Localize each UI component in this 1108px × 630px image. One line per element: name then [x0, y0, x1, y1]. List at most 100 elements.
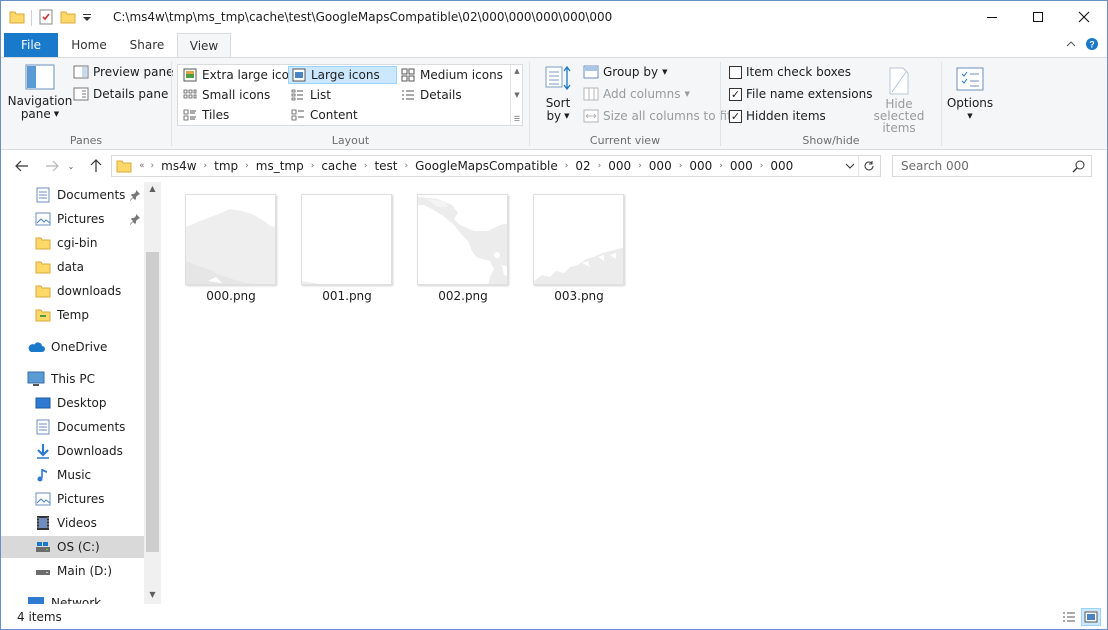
sidebar-item-os-c[interactable]: OS (C:): [1, 536, 144, 558]
breadcrumb-separator-icon[interactable]: ›: [201, 161, 211, 171]
layout-small-icons[interactable]: Small icons: [180, 86, 273, 104]
breadcrumb-item[interactable]: ms_tmp: [252, 159, 308, 173]
hide-selected-items-button[interactable]: Hide selected items: [861, 66, 937, 134]
new-folder-icon[interactable]: [60, 9, 76, 28]
address-history-button[interactable]: [844, 158, 856, 177]
sidebar-item-network[interactable]: Network: [27, 592, 101, 604]
maximize-button[interactable]: [1015, 1, 1061, 33]
details-pane-button[interactable]: Details pane: [73, 87, 168, 101]
sidebar-item-onedrive[interactable]: OneDrive: [27, 336, 107, 358]
scroll-up-icon[interactable]: ▲: [514, 67, 519, 75]
tab-view[interactable]: View: [177, 33, 231, 58]
pin-icon[interactable]: [129, 189, 141, 204]
customize-toolbar-icon[interactable]: [82, 9, 92, 28]
layout-tiles[interactable]: Tiles: [180, 106, 232, 124]
close-button[interactable]: [1061, 1, 1107, 33]
back-button[interactable]: [13, 157, 31, 175]
breadcrumb-item[interactable]: cache: [317, 159, 361, 173]
file-item[interactable]: 001.png: [299, 192, 395, 308]
sidebar-item-desktop[interactable]: Desktop: [35, 392, 107, 414]
layout-medium-icons[interactable]: Medium icons: [398, 66, 506, 84]
layout-content[interactable]: Content: [288, 106, 361, 124]
search-icon[interactable]: [1072, 159, 1086, 176]
scroll-down-icon[interactable]: ▼: [514, 91, 519, 99]
breadcrumb-item[interactable]: 02: [571, 159, 594, 173]
hidden-items-checkbox[interactable]: ✓: [729, 109, 742, 123]
sidebar-item-documents-pc[interactable]: Documents: [35, 416, 125, 438]
tab-file[interactable]: File: [4, 33, 58, 57]
sidebar-item-downloads-pc[interactable]: Downloads: [35, 440, 123, 462]
recent-locations-button[interactable]: ⌄: [65, 157, 77, 175]
breadcrumb-separator-icon[interactable]: ›: [308, 161, 318, 171]
sidebar-item-this-pc[interactable]: This PC: [27, 368, 95, 390]
add-columns-button[interactable]: Add columns ▼: [583, 87, 690, 101]
breadcrumb-item[interactable]: 000: [766, 159, 797, 173]
sidebar-item-videos[interactable]: Videos: [35, 512, 97, 534]
scroll-up-icon[interactable]: ▲: [144, 184, 161, 193]
large-icons-view-button[interactable]: [1081, 608, 1101, 626]
sidebar-item-main-d[interactable]: Main (D:): [35, 560, 112, 582]
breadcrumb-separator-icon[interactable]: ›: [676, 161, 686, 171]
sidebar-item-cgi-bin[interactable]: cgi-bin: [35, 232, 97, 254]
sidebar-item-temp[interactable]: Temp: [35, 304, 89, 326]
breadcrumb-separator-icon[interactable]: ›: [757, 161, 767, 171]
file-name-extensions-toggle[interactable]: ✓ File name extensions: [729, 87, 873, 101]
size-all-columns-button[interactable]: Size all columns to fit: [583, 109, 732, 123]
breadcrumb-separator-icon[interactable]: ›: [595, 161, 605, 171]
file-item[interactable]: 003.png: [531, 192, 627, 308]
breadcrumb-overflow[interactable]: «: [136, 161, 148, 171]
file-item[interactable]: 002.png: [415, 192, 511, 308]
sidebar-item-pictures[interactable]: Pictures: [35, 208, 105, 230]
scrollbar-thumb[interactable]: [146, 252, 159, 552]
search-box[interactable]: Search 000: [892, 155, 1092, 177]
breadcrumb-item[interactable]: 000: [604, 159, 635, 173]
breadcrumb-item[interactable]: test: [370, 159, 401, 173]
group-by-button[interactable]: Group by ▼: [583, 65, 667, 79]
layout-list[interactable]: List: [288, 86, 334, 104]
sidebar-item-music[interactable]: Music: [35, 464, 91, 486]
tab-home[interactable]: Home: [61, 33, 117, 57]
layout-gallery-scroll[interactable]: ▲ ▼ ☰: [510, 65, 523, 125]
properties-icon[interactable]: [38, 9, 54, 28]
breadcrumb-item[interactable]: 000: [645, 159, 676, 173]
hidden-items-toggle[interactable]: ✓ Hidden items: [729, 109, 826, 123]
file-item[interactable]: 000.png: [183, 192, 279, 308]
pin-icon[interactable]: [129, 213, 141, 228]
breadcrumb-item[interactable]: 000: [685, 159, 716, 173]
sidebar-item-downloads[interactable]: downloads: [35, 280, 121, 302]
breadcrumb-item[interactable]: GoogleMapsCompatible: [411, 159, 562, 173]
options-button[interactable]: Options ▼: [944, 66, 996, 123]
tab-share[interactable]: Share: [119, 33, 175, 57]
more-layouts-icon[interactable]: ☰: [514, 115, 520, 123]
breadcrumb-separator-icon[interactable]: ›: [148, 161, 158, 171]
breadcrumb-separator-icon[interactable]: ›: [361, 161, 371, 171]
breadcrumb-item[interactable]: ms4w: [157, 159, 200, 173]
breadcrumb-separator-icon[interactable]: ›: [635, 161, 645, 171]
folder-icon[interactable]: [9, 9, 25, 28]
breadcrumb-separator-icon[interactable]: ›: [562, 161, 572, 171]
breadcrumb-separator-icon[interactable]: ›: [402, 161, 412, 171]
navigation-pane-scrollbar[interactable]: ▲ ▼: [144, 182, 161, 604]
layout-large-icons[interactable]: Large icons: [288, 66, 397, 84]
address-bar[interactable]: « › ms4w › tmp › ms_tmp › cache › test › GoogleMaps…: [111, 155, 881, 177]
refresh-button[interactable]: [858, 156, 878, 176]
breadcrumb-item[interactable]: tmp: [210, 159, 242, 173]
breadcrumb-separator-icon[interactable]: ›: [242, 161, 252, 171]
breadcrumb-separator-icon[interactable]: ›: [716, 161, 726, 171]
collapse-ribbon-icon[interactable]: [1066, 38, 1076, 52]
up-button[interactable]: [87, 157, 105, 175]
forward-button[interactable]: [43, 157, 61, 175]
sidebar-item-data[interactable]: data: [35, 256, 84, 278]
sidebar-item-documents[interactable]: Documents: [35, 184, 125, 206]
breadcrumb-item[interactable]: 000: [726, 159, 757, 173]
layout-extra-large-icons[interactable]: Extra large icons: [180, 66, 306, 84]
item-check-boxes-checkbox[interactable]: [729, 65, 742, 79]
file-name-extensions-checkbox[interactable]: ✓: [729, 87, 742, 101]
details-view-button[interactable]: [1059, 608, 1079, 626]
scroll-down-icon[interactable]: ▼: [144, 590, 161, 599]
sidebar-item-pictures-pc[interactable]: Pictures: [35, 488, 105, 510]
preview-pane-button[interactable]: Preview pane: [73, 65, 173, 79]
item-check-boxes-toggle[interactable]: Item check boxes: [729, 65, 851, 79]
sort-by-button[interactable]: Sort by ▼: [540, 64, 576, 123]
minimize-button[interactable]: [969, 1, 1015, 33]
